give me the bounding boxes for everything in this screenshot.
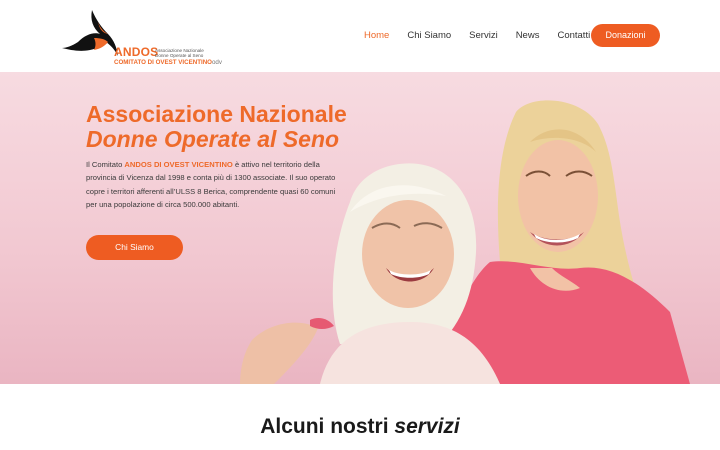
hero-description: Il Comitato ANDOS DI OVEST VICENTINO è a… xyxy=(86,160,336,210)
services-heading: Alcuni nostri servizi xyxy=(260,415,460,438)
logo-comitato-text: COMITATO DI OVEST VICENTINOodv xyxy=(114,59,222,66)
logo-association-text: Associazione Nazionale Donne Operate al … xyxy=(155,48,204,59)
nav-home[interactable]: Home xyxy=(364,30,389,42)
chi-siamo-button[interactable]: Chi Siamo xyxy=(86,235,183,260)
nav-news[interactable]: News xyxy=(516,30,540,42)
site-header: ANDOS Associazione Nazionale Donne Opera… xyxy=(0,0,720,72)
nav-chi-siamo[interactable]: Chi Siamo xyxy=(407,30,451,42)
hero-section: Associazione Nazionale Donne Operate al … xyxy=(0,72,720,384)
logo-andos-text: ANDOS xyxy=(114,45,159,59)
hero-title: Associazione Nazionale Donne Operate al … xyxy=(86,101,347,152)
nav-contatti[interactable]: Contatti xyxy=(557,30,590,42)
donazioni-button[interactable]: Donazioni xyxy=(591,24,660,47)
main-nav: Home Chi Siamo Servizi News Contatti xyxy=(364,30,608,42)
site-logo[interactable]: ANDOS Associazione Nazionale Donne Opera… xyxy=(60,8,225,68)
nav-servizi[interactable]: Servizi xyxy=(469,30,498,42)
swallow-logo-icon xyxy=(62,10,118,56)
